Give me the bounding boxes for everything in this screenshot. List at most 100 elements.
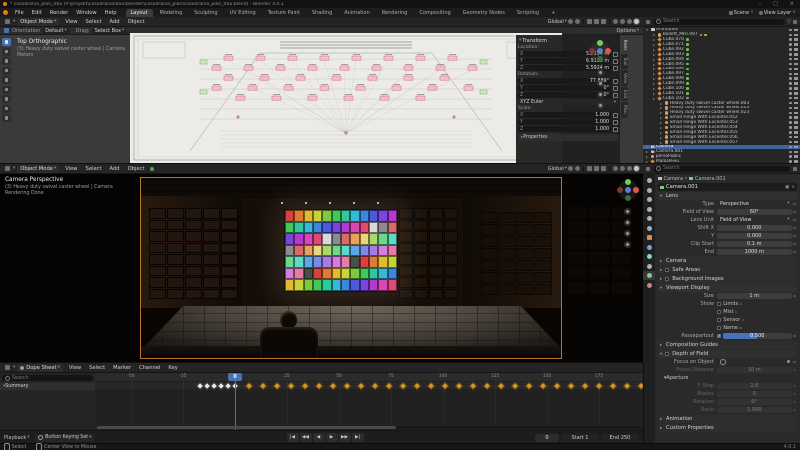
properties-tab-render[interactable] [643,186,655,195]
summary-keyframes[interactable] [95,381,643,389]
disable-render-icon[interactable] [794,34,798,37]
jump-to-end-button[interactable]: ▶| [352,433,364,442]
workspace-tab-shading[interactable]: Shading [307,9,337,17]
navigation-gizmo[interactable] [588,39,612,63]
breadcrumb-item-camera[interactable]: Camera [664,176,684,182]
menu-select[interactable]: Select [85,365,109,371]
workspace-tab-modeling[interactable]: Modeling [155,9,188,17]
menu-help[interactable]: Help [101,10,121,16]
lock-icon[interactable] [613,59,618,64]
checkbox-name[interactable] [717,326,721,330]
editor-type-icon[interactable] [5,19,10,24]
blender-menu-icon[interactable] [3,10,8,15]
hide-viewport-icon[interactable] [789,43,793,46]
number-field-rotation[interactable]: 0° [717,399,792,405]
disable-render-icon[interactable] [794,141,798,144]
disable-render-icon[interactable] [794,38,798,41]
properties-tab-view-layer[interactable] [643,205,655,214]
disable-render-icon[interactable] [794,87,798,90]
hide-viewport-icon[interactable] [789,131,793,134]
hide-viewport-icon[interactable] [789,82,793,85]
workspace-tab-[interactable]: + [546,9,560,17]
rotate-tool[interactable] [2,67,11,75]
drag-dropdown[interactable]: Select Box▾ [92,28,128,34]
gizmo-y-axis-handle[interactable] [597,40,603,46]
workspace-tab-geometry-nodes[interactable]: Geometry Nodes [458,9,510,17]
properties-tab-constraints[interactable] [643,262,655,271]
slider-passepartout[interactable]: 0.500 [723,333,791,339]
checkbox-mist[interactable] [717,310,721,314]
mode-dropdown[interactable]: Object Mode▾ [17,18,59,26]
menu-edit[interactable]: Edit [28,10,46,16]
disable-render-icon[interactable] [794,107,798,110]
hide-viewport-icon[interactable] [789,68,793,71]
animate-decorator-icon[interactable] [793,409,796,412]
outliner-search[interactable]: Search [653,19,785,25]
animate-decorator-icon[interactable] [793,295,796,298]
properties-tab-tool[interactable] [643,176,655,185]
checkbox-passepartout[interactable]: ✓ [717,334,721,338]
menu-marker[interactable]: Marker [109,365,135,371]
properties-editor-icon[interactable] [646,167,650,171]
gizmo-y-axis-handle[interactable] [625,179,631,185]
menu-channel[interactable]: Channel [135,365,164,371]
object-picker-focus-on-object[interactable] [717,359,792,365]
disable-render-icon[interactable] [794,126,798,129]
disable-render-icon[interactable] [794,43,798,46]
playback-menu[interactable]: Playback [4,435,26,441]
properties-tab-modifiers[interactable] [643,243,655,252]
disable-render-icon[interactable] [794,136,798,139]
menu-render[interactable]: Render [46,10,72,16]
workspace-tab-rendering[interactable]: Rendering [377,9,413,17]
checkbox-sensor[interactable] [717,318,721,322]
workspace-tab-uv-editing[interactable]: UV Editing [225,9,261,17]
zoom-icon[interactable] [597,69,604,76]
hide-viewport-icon[interactable] [789,121,793,124]
hide-viewport-icon[interactable] [789,107,793,110]
scrollbar-handle[interactable] [97,426,396,430]
frame-end-field[interactable]: End 250 [601,434,639,442]
show-overlays-icon[interactable] [594,19,599,24]
scale-tool[interactable] [2,76,11,84]
timeline-scrollbar[interactable] [97,426,641,430]
animate-decorator-icon[interactable] [793,211,796,214]
prev-keyframe-button[interactable]: ◀◀ [300,433,312,442]
panel-header-safe-areas[interactable]: ▸Safe Areas [658,266,797,274]
workspace-tab-texture-paint[interactable]: Texture Paint [263,9,305,17]
snap-magnet-icon[interactable] [568,19,573,24]
disable-render-icon[interactable] [794,92,798,95]
animate-decorator-icon[interactable] [793,401,796,404]
menu-object[interactable]: Object [124,166,149,172]
lock-icon[interactable] [613,120,618,125]
hide-viewport-icon[interactable] [789,116,793,119]
number-field-end[interactable]: 1000 m [717,249,792,255]
disable-render-icon[interactable] [794,131,798,134]
animate-decorator-icon[interactable] [793,203,796,206]
menu-add[interactable]: Add [106,19,124,25]
shading-rendered-icon[interactable] [634,166,639,171]
number-field-focus-distance[interactable]: 10 m [717,367,792,373]
gizmo-y-axis-neg-handle[interactable] [625,195,631,201]
annotate-tool[interactable] [2,95,11,103]
menu-object[interactable]: Object [124,19,149,25]
hide-viewport-icon[interactable] [789,29,793,32]
transform-orientation-dropdown[interactable]: Global [548,166,564,172]
animate-decorator-icon[interactable] [739,327,742,330]
hide-viewport-icon[interactable] [789,155,793,158]
minimize-button[interactable]: – [753,1,768,7]
lock-icon[interactable] [613,127,618,132]
hide-viewport-icon[interactable] [789,102,793,105]
workspace-tab-sculpting[interactable]: Sculpting [189,9,222,17]
add-cube-tool[interactable] [2,114,11,122]
hide-viewport-icon[interactable] [789,63,793,66]
gizmo-x-axis-neg-handle[interactable] [589,48,595,54]
disable-render-icon[interactable] [794,58,798,61]
hide-viewport-icon[interactable] [789,53,793,56]
xray-toggle-icon[interactable] [601,166,606,171]
panel-checkbox-safe-areas[interactable] [665,268,669,272]
shading-wireframe-icon[interactable] [613,19,618,24]
lock-icon[interactable] [613,86,618,91]
animate-decorator-icon[interactable] [793,227,796,230]
zoom-icon[interactable] [624,208,631,215]
disable-render-icon[interactable] [794,112,798,115]
